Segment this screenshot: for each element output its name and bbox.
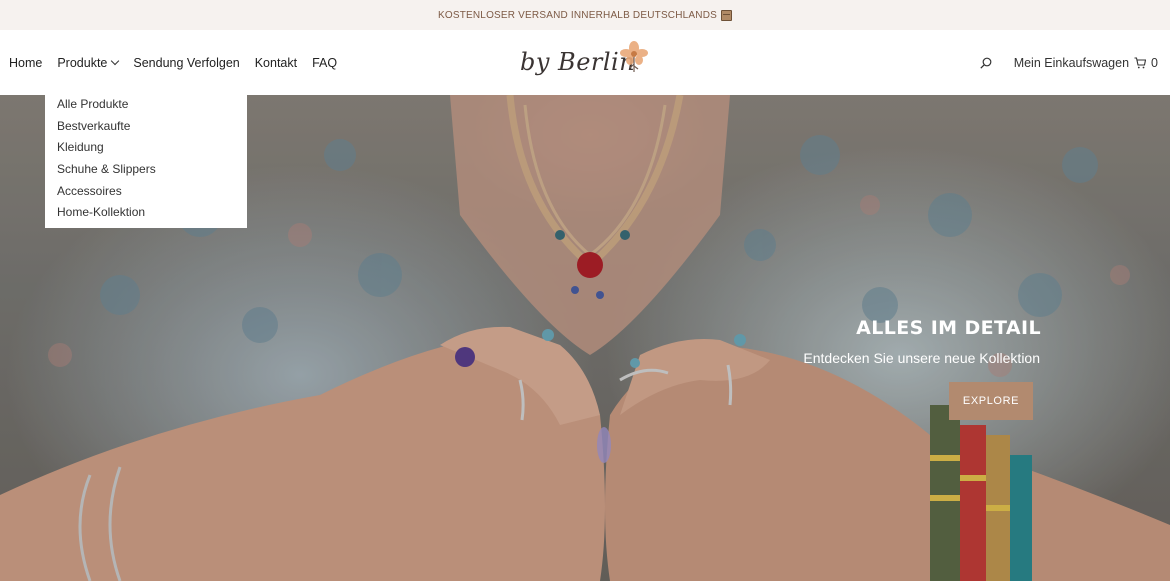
package-icon	[721, 9, 732, 21]
site-header: Home Produkte Sendung Verfolgen Kontakt …	[0, 30, 1170, 95]
nav-item-produkte-label: Produkte	[57, 55, 108, 70]
header-tools: Mein Einkaufswagen 0	[980, 30, 1158, 95]
cart-link[interactable]: Mein Einkaufswagen 0	[1014, 56, 1158, 70]
nav-item-kontakt[interactable]: Kontakt	[255, 56, 297, 70]
dropdown-item-alle-produkte[interactable]: Alle Produkte	[45, 94, 247, 116]
nav-item-sendung-verfolgen[interactable]: Sendung Verfolgen	[133, 56, 239, 70]
dropdown-item-bestverkaufte[interactable]: Bestverkaufte	[45, 116, 247, 138]
explore-button[interactable]: EXPLORE	[949, 382, 1033, 420]
hero-title: ALLES IM DETAIL	[856, 317, 1041, 339]
chevron-down-icon	[111, 56, 120, 66]
nav-item-faq[interactable]: FAQ	[312, 56, 337, 70]
site-logo[interactable]: by Berlin	[520, 38, 655, 86]
dropdown-item-accessoires[interactable]: Accessoires	[45, 181, 247, 203]
main-nav: Home Produkte Sendung Verfolgen Kontakt …	[9, 30, 337, 95]
flower-logo-icon	[620, 41, 648, 72]
nav-item-produkte[interactable]: Produkte	[57, 55, 120, 70]
search-icon[interactable]	[980, 57, 992, 69]
hero-subtitle: Entdecken Sie unsere neue Kollektion	[803, 350, 1040, 366]
dropdown-item-kleidung[interactable]: Kleidung	[45, 137, 247, 159]
dropdown-item-home-kollektion[interactable]: Home-Kollektion	[45, 202, 247, 224]
announcement-bar: KOSTENLOSER VERSAND INNERHALB DEUTSCHLAN…	[0, 0, 1170, 30]
announcement-text: KOSTENLOSER VERSAND INNERHALB DEUTSCHLAN…	[437, 9, 717, 21]
cart-count: 0	[1151, 55, 1158, 70]
dropdown-item-schuhe-slippers[interactable]: Schuhe & Slippers	[45, 159, 247, 181]
produkte-dropdown-menu: Alle Produkte Bestverkaufte Kleidung Sch…	[45, 89, 247, 228]
nav-item-home[interactable]: Home	[9, 56, 42, 70]
cart-icon	[1134, 56, 1147, 68]
cart-label: Mein Einkaufswagen	[1013, 55, 1130, 70]
